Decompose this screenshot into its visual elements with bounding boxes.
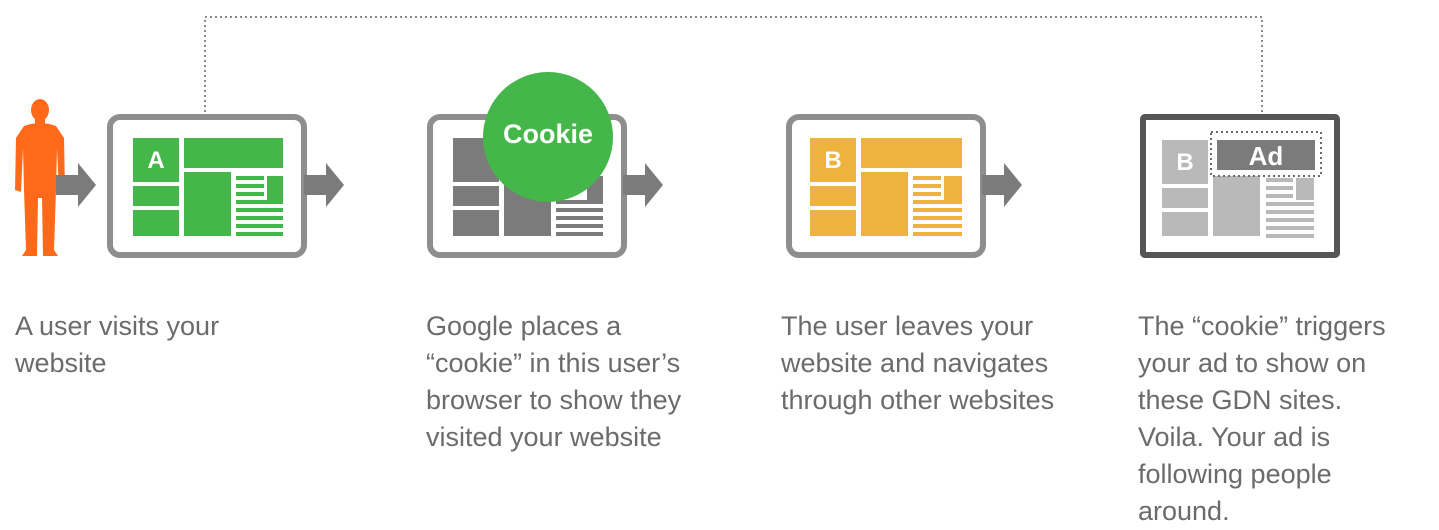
gdn-site-screen: [1140, 114, 1340, 258]
screen-letter-a: A: [147, 147, 165, 174]
step-2-caption: Google places a “cookie” in this user’s …: [426, 311, 682, 452]
ad-label: Ad: [1248, 141, 1284, 171]
arrow-right-icon: [623, 163, 663, 207]
screen-letter-b: B: [824, 147, 842, 174]
screen-letter-b-gdn: B: [1176, 149, 1194, 176]
arrow-right-icon: [304, 163, 344, 207]
step-4-caption: The “cookie” triggers your ad to show on…: [1138, 311, 1386, 526]
website-a-screen: [107, 114, 307, 258]
arrow-right-icon: [56, 163, 96, 207]
cookie-badge-label: Cookie: [502, 119, 594, 149]
step-3-caption: The user leaves your website and navigat…: [781, 311, 1055, 415]
arrow-right-icon: [982, 163, 1022, 207]
website-b-screen: [786, 114, 986, 258]
step-1-caption: A user visits your website: [15, 311, 220, 378]
